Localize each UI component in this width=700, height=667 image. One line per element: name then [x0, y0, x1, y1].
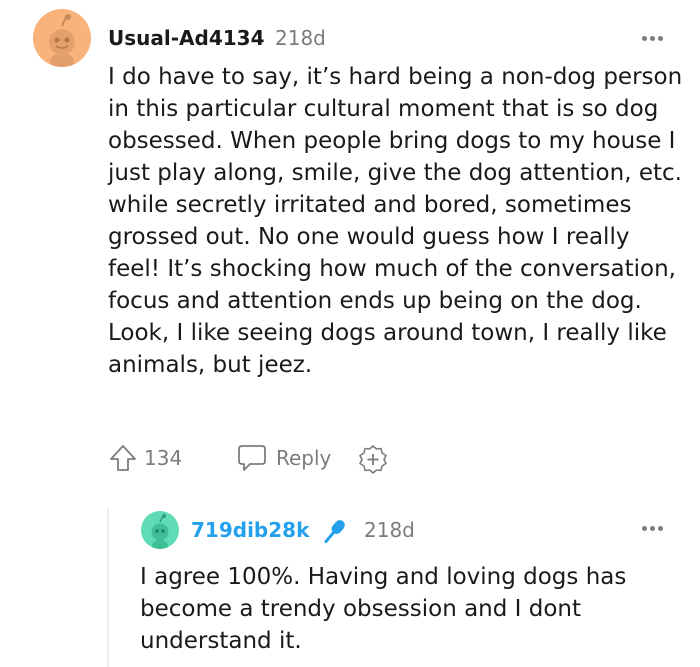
- upvote-button[interactable]: 134: [108, 443, 182, 473]
- upvote-count: 134: [144, 446, 183, 470]
- more-options-icon[interactable]: [642, 36, 663, 41]
- snoo-avatar-icon: [33, 9, 91, 67]
- award-icon: [359, 445, 387, 474]
- reply-icon: [238, 445, 266, 471]
- comment-username[interactable]: Usual-Ad4134: [108, 26, 265, 50]
- snoo-avatar-icon: [141, 511, 179, 549]
- thread-line[interactable]: [107, 508, 109, 667]
- reply-avatar[interactable]: [141, 511, 179, 549]
- upvote-icon: [110, 445, 136, 471]
- reply-username[interactable]: 719dib28k: [191, 518, 309, 542]
- more-options-icon[interactable]: [642, 526, 663, 531]
- award-button[interactable]: [358, 444, 388, 474]
- reply-label: Reply: [276, 446, 332, 470]
- comment-timestamp: 218d: [275, 26, 326, 50]
- reply-body: I agree 100%. Having and loving dogs has…: [140, 564, 627, 654]
- reply-timestamp: 218d: [364, 518, 415, 542]
- reply-button[interactable]: Reply: [236, 443, 331, 473]
- avatar[interactable]: [33, 9, 91, 67]
- comment-body: I do have to say, it’s hard being a non-…: [108, 64, 683, 378]
- microphone-icon: [317, 515, 351, 553]
